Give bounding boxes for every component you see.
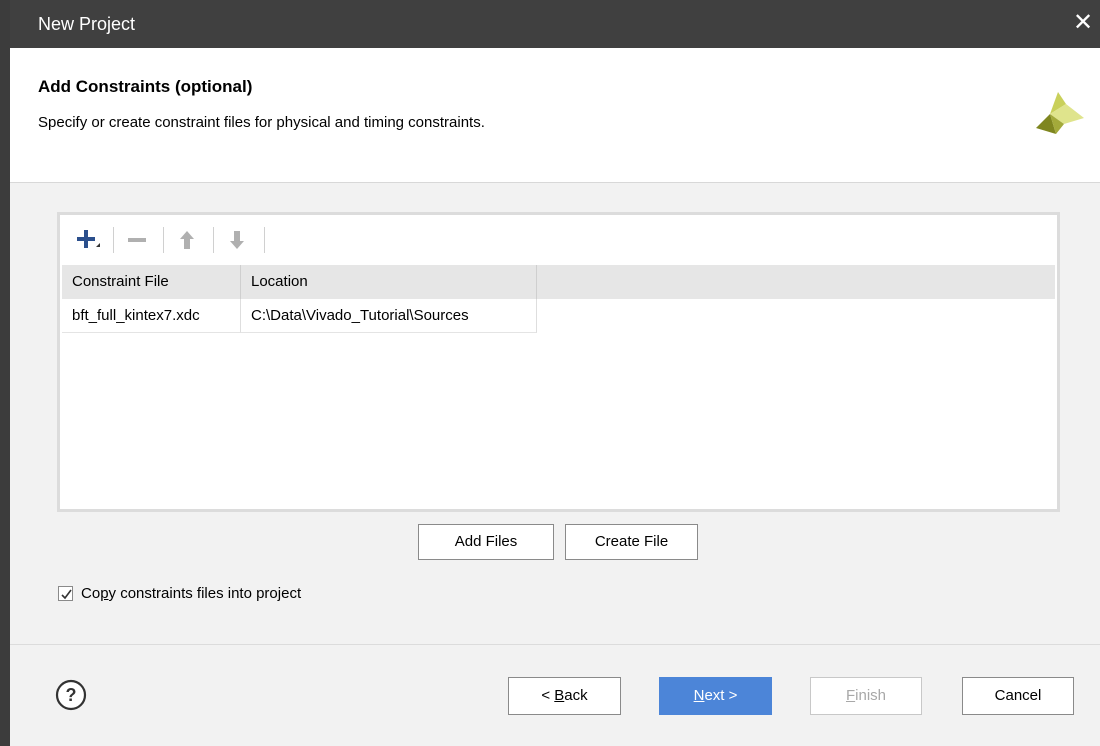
copy-constraints-checkbox[interactable] bbox=[58, 586, 73, 601]
finish-button[interactable]: Finish bbox=[810, 677, 922, 715]
toolbar-separator bbox=[213, 227, 214, 253]
page-title: Add Constraints (optional) bbox=[38, 77, 253, 96]
svg-text:?: ? bbox=[66, 685, 77, 705]
toolbar-separator bbox=[113, 227, 114, 253]
constraints-toolbar bbox=[60, 215, 1057, 265]
copy-constraints-option[interactable]: Copy constraints files into project bbox=[58, 585, 301, 602]
checkmark-icon bbox=[61, 589, 72, 600]
page-subtitle: Specify or create constraint files for p… bbox=[38, 114, 485, 131]
help-icon[interactable]: ? bbox=[55, 679, 87, 711]
constraints-panel: Constraint File Location bft_full_kintex… bbox=[57, 212, 1060, 512]
column-header-location[interactable]: Location bbox=[241, 265, 537, 299]
table-header: Constraint File Location bbox=[62, 265, 1055, 299]
copy-constraints-label: Copy constraints files into project bbox=[81, 585, 302, 602]
add-files-button[interactable]: Add Files bbox=[418, 524, 554, 560]
back-button[interactable]: < Back bbox=[508, 677, 621, 715]
window-title: New Project bbox=[38, 14, 136, 34]
column-header-constraint-file[interactable]: Constraint File bbox=[62, 265, 241, 299]
move-down-button[interactable] bbox=[222, 227, 252, 253]
create-file-button[interactable]: Create File bbox=[565, 524, 698, 560]
remove-icon bbox=[128, 238, 146, 242]
footer-divider bbox=[10, 644, 1100, 645]
constraint-file-cell: bft_full_kintex7.xdc bbox=[62, 299, 241, 333]
dialog-window: New Project ✕ Add Constraints (optional)… bbox=[0, 0, 1100, 746]
remove-button[interactable] bbox=[122, 227, 152, 253]
location-cell: C:\Data\Vivado_Tutorial\Sources bbox=[241, 299, 537, 333]
close-icon[interactable]: ✕ bbox=[1072, 11, 1094, 35]
xilinx-logo-icon bbox=[1036, 92, 1084, 134]
move-up-icon bbox=[180, 231, 194, 249]
toolbar-separator bbox=[264, 227, 265, 253]
toolbar-separator bbox=[163, 227, 164, 253]
wizard-header: Add Constraints (optional) Specify or cr… bbox=[10, 48, 1100, 183]
cancel-button[interactable]: Cancel bbox=[962, 677, 1074, 715]
move-up-button[interactable] bbox=[172, 227, 202, 253]
add-icon bbox=[77, 230, 100, 248]
move-down-icon bbox=[230, 231, 244, 249]
next-button[interactable]: Next > bbox=[659, 677, 772, 715]
title-bar[interactable]: New Project ✕ bbox=[10, 0, 1100, 48]
add-button[interactable] bbox=[72, 227, 102, 253]
